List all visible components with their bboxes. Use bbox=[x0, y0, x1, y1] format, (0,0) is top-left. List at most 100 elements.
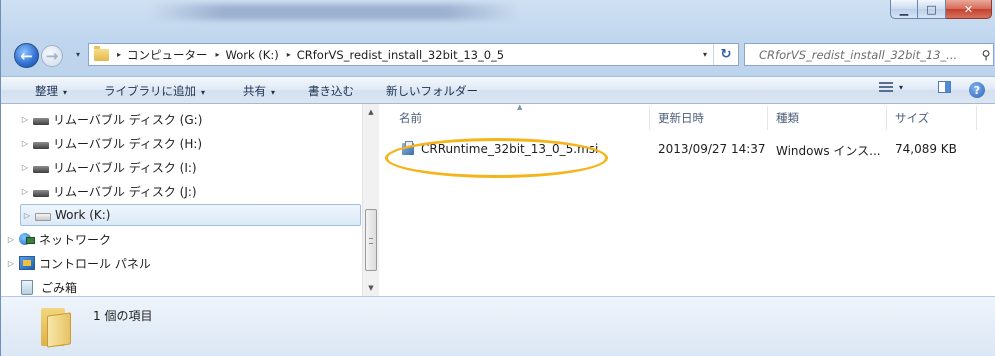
navigation-scrollbar[interactable]: ▲ ▼ bbox=[362, 104, 379, 296]
breadcrumb-work-drive[interactable]: Work (K:) bbox=[226, 48, 279, 62]
address-bar-end: ▾ ↻ bbox=[697, 44, 738, 65]
refresh-icon: ↻ bbox=[720, 47, 732, 62]
breadcrumb-separator-icon[interactable]: ▸ bbox=[216, 50, 220, 59]
column-divider[interactable] bbox=[649, 106, 650, 130]
breadcrumb-separator-icon[interactable]: ▸ bbox=[287, 50, 291, 59]
scrollbar-thumb[interactable] bbox=[365, 209, 377, 271]
nav-item-control-panel[interactable]: ▷ コントロール パネル bbox=[5, 252, 151, 274]
column-header-type[interactable]: 種類 bbox=[776, 110, 799, 126]
organize-menu-button[interactable]: 整理 ▾ bbox=[35, 83, 67, 99]
help-button[interactable]: ? bbox=[969, 82, 985, 98]
nav-item-work-k[interactable]: ▷ Work (K:) bbox=[20, 204, 361, 226]
column-divider[interactable] bbox=[886, 106, 887, 130]
removable-drive-icon bbox=[33, 165, 49, 173]
item-count-label: 1 個の項目 bbox=[93, 309, 153, 323]
nav-item-label: Work (K:) bbox=[55, 208, 111, 222]
file-size: 74,089 KB bbox=[895, 142, 957, 156]
nav-item-label: リムーバブル ディスク (H:) bbox=[53, 136, 203, 151]
add-to-library-button[interactable]: ライブラリに追加 ▾ bbox=[104, 83, 205, 99]
navigation-pane: ▷ リムーバブル ディスク (G:) ▷ リムーバブル ディスク (H:) ▷ … bbox=[1, 104, 362, 296]
minimize-button[interactable]: ▁ bbox=[890, 0, 918, 19]
expand-arrow-icon[interactable]: ▷ bbox=[5, 235, 17, 244]
address-row: ← → ▾ ▸ コンピューター ▸ Work (K:) ▸ CRforVS_re… bbox=[1, 34, 995, 76]
nav-item-label: コントロール パネル bbox=[39, 256, 151, 271]
back-arrow-icon: ← bbox=[20, 46, 33, 65]
folder-icon bbox=[94, 45, 109, 61]
expand-arrow-icon[interactable]: ▷ bbox=[19, 115, 31, 124]
column-header-label: 名前 bbox=[399, 111, 422, 125]
window-title-blurred bbox=[149, 4, 519, 20]
nav-item-removable-j[interactable]: ▷ リムーバブル ディスク (J:) bbox=[19, 180, 197, 202]
nav-item-removable-i[interactable]: ▷ リムーバブル ディスク (I:) bbox=[19, 156, 197, 178]
add-to-library-label: ライブラリに追加 bbox=[104, 84, 196, 98]
recycle-bin-icon bbox=[21, 279, 33, 295]
search-box[interactable]: CRforVS_redist_install_32bit_13_... ⚲ bbox=[744, 43, 994, 66]
expand-arrow-icon[interactable]: ▷ bbox=[21, 211, 33, 220]
preview-pane-button[interactable] bbox=[938, 81, 951, 93]
details-pane: 1 個の項目 bbox=[1, 296, 995, 356]
back-button[interactable]: ← bbox=[14, 43, 39, 68]
chevron-down-icon: ▾ bbox=[63, 88, 68, 97]
removable-drive-icon bbox=[33, 117, 49, 125]
breadcrumb: ▸ コンピューター ▸ Work (K:) ▸ CRforVS_redist_i… bbox=[109, 47, 504, 63]
chevron-down-icon: ▾ bbox=[201, 88, 206, 97]
expand-arrow-icon[interactable]: ▷ bbox=[19, 139, 31, 148]
share-button[interactable]: 共有 ▾ bbox=[243, 83, 275, 99]
expand-arrow-icon[interactable]: ▷ bbox=[19, 187, 31, 196]
network-icon bbox=[19, 232, 35, 246]
breadcrumb-current-folder[interactable]: CRforVS_redist_install_32bit_13_0_5 bbox=[297, 48, 504, 62]
nav-item-removable-g[interactable]: ▷ リムーバブル ディスク (G:) bbox=[19, 108, 202, 130]
hard-drive-icon bbox=[35, 213, 51, 221]
window-controls: ▁ □ ✕ bbox=[890, 0, 992, 19]
column-header-modified[interactable]: 更新日時 bbox=[658, 110, 704, 126]
help-icon: ? bbox=[969, 82, 985, 98]
nav-item-recycle-bin[interactable]: ごみ箱 bbox=[17, 276, 77, 298]
search-input[interactable]: CRforVS_redist_install_32bit_13_... bbox=[745, 48, 979, 62]
removable-drive-icon bbox=[33, 141, 49, 149]
column-divider[interactable] bbox=[767, 106, 768, 130]
file-modified: 2013/09/27 14:37 bbox=[658, 142, 766, 156]
burn-button[interactable]: 書き込む bbox=[308, 83, 354, 99]
file-type: Windows インス... bbox=[776, 144, 881, 158]
organize-label: 整理 bbox=[35, 84, 58, 98]
file-list: 名前 ▲ 更新日時 種類 サイズ CRRuntime_32bit_13_0_5.… bbox=[381, 103, 995, 296]
expand-arrow-icon[interactable]: ▷ bbox=[19, 163, 31, 172]
control-panel-icon bbox=[19, 256, 35, 270]
table-row[interactable]: CRRuntime_32bit_13_0_5.msi 2013/09/27 14… bbox=[399, 138, 989, 160]
column-divider[interactable] bbox=[976, 106, 977, 130]
maximize-button[interactable]: □ bbox=[918, 0, 946, 19]
forward-arrow-icon: → bbox=[45, 47, 59, 65]
nav-item-network[interactable]: ▷ ネットワーク bbox=[5, 228, 111, 250]
change-view-button[interactable]: ▾ bbox=[879, 81, 903, 93]
expand-arrow-icon[interactable]: ▷ bbox=[5, 259, 17, 268]
folder-icon bbox=[41, 308, 71, 348]
nav-item-label: リムーバブル ディスク (G:) bbox=[53, 112, 203, 127]
removable-drive-icon bbox=[33, 189, 49, 197]
nav-item-label: ネットワーク bbox=[39, 232, 112, 247]
preview-pane-icon bbox=[938, 81, 951, 93]
close-button[interactable]: ✕ bbox=[946, 0, 992, 19]
file-name[interactable]: CRRuntime_32bit_13_0_5.msi bbox=[421, 142, 598, 156]
scroll-up-arrow-icon[interactable]: ▲ bbox=[363, 104, 379, 120]
command-toolbar: 整理 ▾ ライブラリに追加 ▾ 共有 ▾ 書き込む 新しいフォルダー ▾ ? bbox=[1, 76, 995, 104]
refresh-button[interactable]: ↻ bbox=[713, 44, 738, 65]
scroll-down-arrow-icon[interactable]: ▼ bbox=[363, 280, 379, 296]
msi-installer-icon bbox=[401, 141, 415, 156]
forward-button[interactable]: → bbox=[41, 45, 63, 67]
nav-item-removable-h[interactable]: ▷ リムーバブル ディスク (H:) bbox=[19, 132, 202, 154]
column-header-name[interactable]: 名前 bbox=[399, 110, 422, 126]
breadcrumb-computer[interactable]: コンピューター bbox=[127, 47, 208, 63]
view-options-icon bbox=[879, 81, 893, 93]
main-area: ▷ リムーバブル ディスク (G:) ▷ リムーバブル ディスク (H:) ▷ … bbox=[1, 103, 995, 296]
share-label: 共有 bbox=[243, 84, 266, 98]
search-icon[interactable]: ⚲ bbox=[979, 48, 993, 62]
nav-item-label: ごみ箱 bbox=[41, 280, 78, 295]
sort-ascending-icon: ▲ bbox=[517, 103, 523, 111]
breadcrumb-separator-icon[interactable]: ▸ bbox=[117, 50, 121, 59]
column-header-size[interactable]: サイズ bbox=[895, 110, 929, 126]
recent-pages-dropdown[interactable]: ▾ bbox=[76, 50, 80, 59]
address-history-dropdown[interactable]: ▾ bbox=[697, 50, 713, 59]
address-bar[interactable]: ▸ コンピューター ▸ Work (K:) ▸ CRforVS_redist_i… bbox=[88, 43, 739, 66]
chevron-down-icon: ▾ bbox=[271, 88, 276, 97]
new-folder-button[interactable]: 新しいフォルダー bbox=[386, 83, 478, 99]
